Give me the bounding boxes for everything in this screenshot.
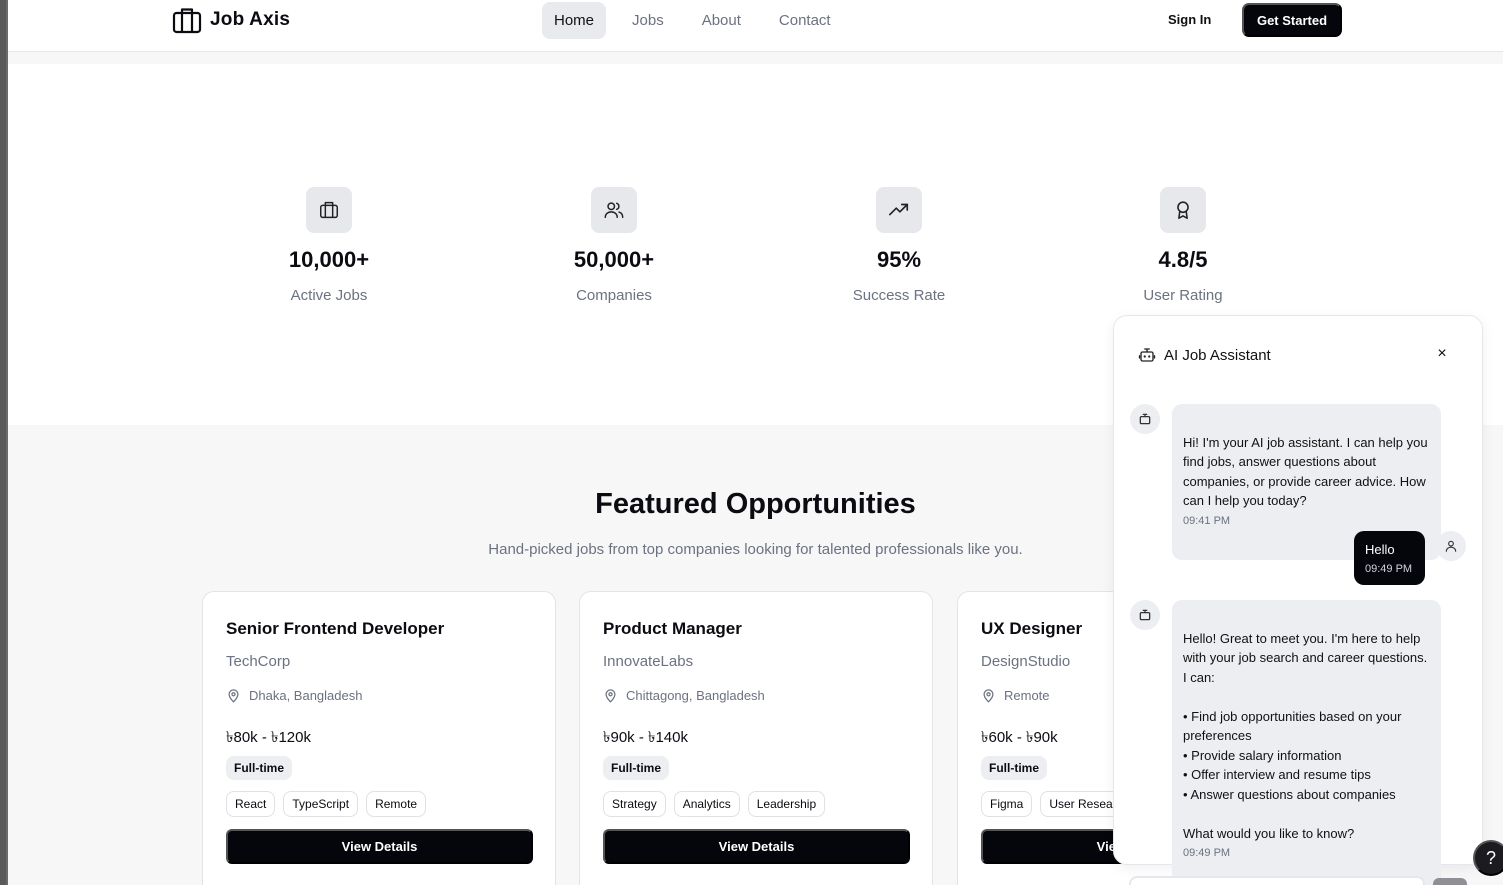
trending-up-icon	[876, 187, 922, 233]
nav-home[interactable]: Home	[542, 2, 607, 39]
job-tag: Analytics	[673, 791, 740, 817]
job-card[interactable]: Product Manager InnovateLabs Chittagong,…	[579, 591, 933, 885]
stat-value: 50,000+	[573, 247, 655, 272]
job-tag: Strategy	[603, 791, 666, 817]
job-tags: React TypeScript Remote	[226, 791, 427, 817]
section-divider	[8, 52, 1503, 64]
job-type-badge: Full-time	[226, 756, 292, 780]
nav-jobs[interactable]: Jobs	[620, 2, 676, 39]
window-left-edge	[0, 0, 8, 885]
get-started-button[interactable]: Get Started	[1242, 3, 1342, 37]
map-pin-icon	[228, 689, 239, 703]
message-text: Hi! I'm your AI job assistant. I can hel…	[1183, 434, 1428, 509]
job-company: InnovateLabs	[603, 653, 694, 670]
bot-icon	[1138, 348, 1156, 362]
job-tag: TypeScript	[283, 791, 359, 817]
job-tag: React	[226, 791, 276, 817]
job-card[interactable]: Senior Frontend Developer TechCorp Dhaka…	[202, 591, 556, 885]
job-location: Remote	[981, 688, 1050, 703]
main-nav: Home Jobs About Contact	[542, 2, 843, 39]
job-title: Senior Frontend Developer	[226, 619, 445, 638]
user-avatar	[1436, 531, 1466, 561]
stat-active-jobs: 10,000+ Active Jobs	[239, 187, 419, 304]
stat-label: Companies	[576, 287, 652, 304]
chat-header: AI Job Assistant	[1138, 346, 1271, 364]
stat-user-rating: 4.8/5 User Rating	[1093, 187, 1273, 304]
user-message: Hello 09:49 PM	[1354, 531, 1425, 585]
job-salary: ৳90k - ৳140k	[603, 729, 688, 746]
chat-input[interactable]	[1129, 876, 1425, 885]
message-time: 09:49 PM	[1365, 563, 1413, 575]
job-location-text: Dhaka, Bangladesh	[249, 688, 363, 703]
help-button[interactable]: ?	[1473, 840, 1503, 876]
bot-icon	[1139, 609, 1151, 621]
chat-send-button[interactable]	[1433, 878, 1467, 885]
stat-value: 10,000+	[288, 247, 370, 272]
stat-success-rate: 95% Success Rate	[809, 187, 989, 304]
message-text: Hello	[1365, 542, 1395, 557]
view-details-button[interactable]: View Details	[226, 829, 533, 864]
message-time: 09:41 PM	[1183, 514, 1231, 527]
stat-label: User Rating	[1143, 287, 1223, 304]
job-location-text: Chittagong, Bangladesh	[626, 688, 765, 703]
chat-title: AI Job Assistant	[1164, 346, 1271, 364]
close-icon[interactable]: ×	[1434, 346, 1450, 362]
job-salary: ৳60k - ৳90k	[981, 729, 1058, 746]
bot-icon	[1139, 413, 1151, 425]
job-tag: Figma	[981, 791, 1033, 817]
users-icon	[591, 187, 637, 233]
job-location-text: Remote	[1004, 688, 1050, 703]
ai-chat-panel: AI Job Assistant × Hi! I'm your AI job a…	[1113, 315, 1483, 885]
job-tag: Remote	[366, 791, 427, 817]
user-icon	[1445, 540, 1457, 552]
job-type-badge: Full-time	[603, 756, 669, 780]
job-company: TechCorp	[226, 653, 291, 670]
job-title: UX Designer	[981, 619, 1083, 638]
message-text: Hello! Great to meet you. I'm here to he…	[1183, 630, 1428, 841]
sign-in-link[interactable]: Sign In	[1168, 12, 1211, 27]
stat-label: Success Rate	[852, 287, 946, 304]
job-location: Dhaka, Bangladesh	[226, 688, 362, 703]
job-title: Product Manager	[603, 619, 742, 638]
job-type-badge: Full-time	[981, 756, 1047, 780]
award-icon	[1160, 187, 1206, 233]
map-pin-icon	[983, 689, 994, 703]
job-company: DesignStudio	[981, 653, 1071, 670]
message-time: 09:49 PM	[1183, 847, 1231, 859]
view-details-button[interactable]: View Details	[603, 829, 910, 864]
stat-value: 4.8/5	[1158, 247, 1208, 272]
briefcase-logo-icon	[172, 8, 202, 34]
bot-avatar	[1130, 404, 1160, 434]
bot-message: Hello! Great to meet you. I'm here to he…	[1172, 600, 1441, 885]
top-navbar: Job Axis Home Jobs About Contact Sign In…	[8, 0, 1503, 52]
map-pin-icon	[605, 689, 616, 703]
logo-text: Job Axis	[210, 9, 291, 30]
job-tags: Strategy Analytics Leadership	[603, 791, 826, 817]
stat-value: 95%	[876, 247, 922, 272]
stat-companies: 50,000+ Companies	[524, 187, 704, 304]
briefcase-icon	[306, 187, 352, 233]
nav-contact[interactable]: Contact	[767, 2, 843, 39]
stat-label: Active Jobs	[290, 287, 368, 304]
bot-avatar	[1130, 600, 1160, 630]
job-location: Chittagong, Bangladesh	[603, 688, 765, 703]
job-tag: Leadership	[747, 791, 826, 817]
logo[interactable]: Job Axis	[172, 6, 290, 34]
job-salary: ৳80k - ৳120k	[226, 729, 311, 746]
nav-about[interactable]: About	[690, 2, 753, 39]
